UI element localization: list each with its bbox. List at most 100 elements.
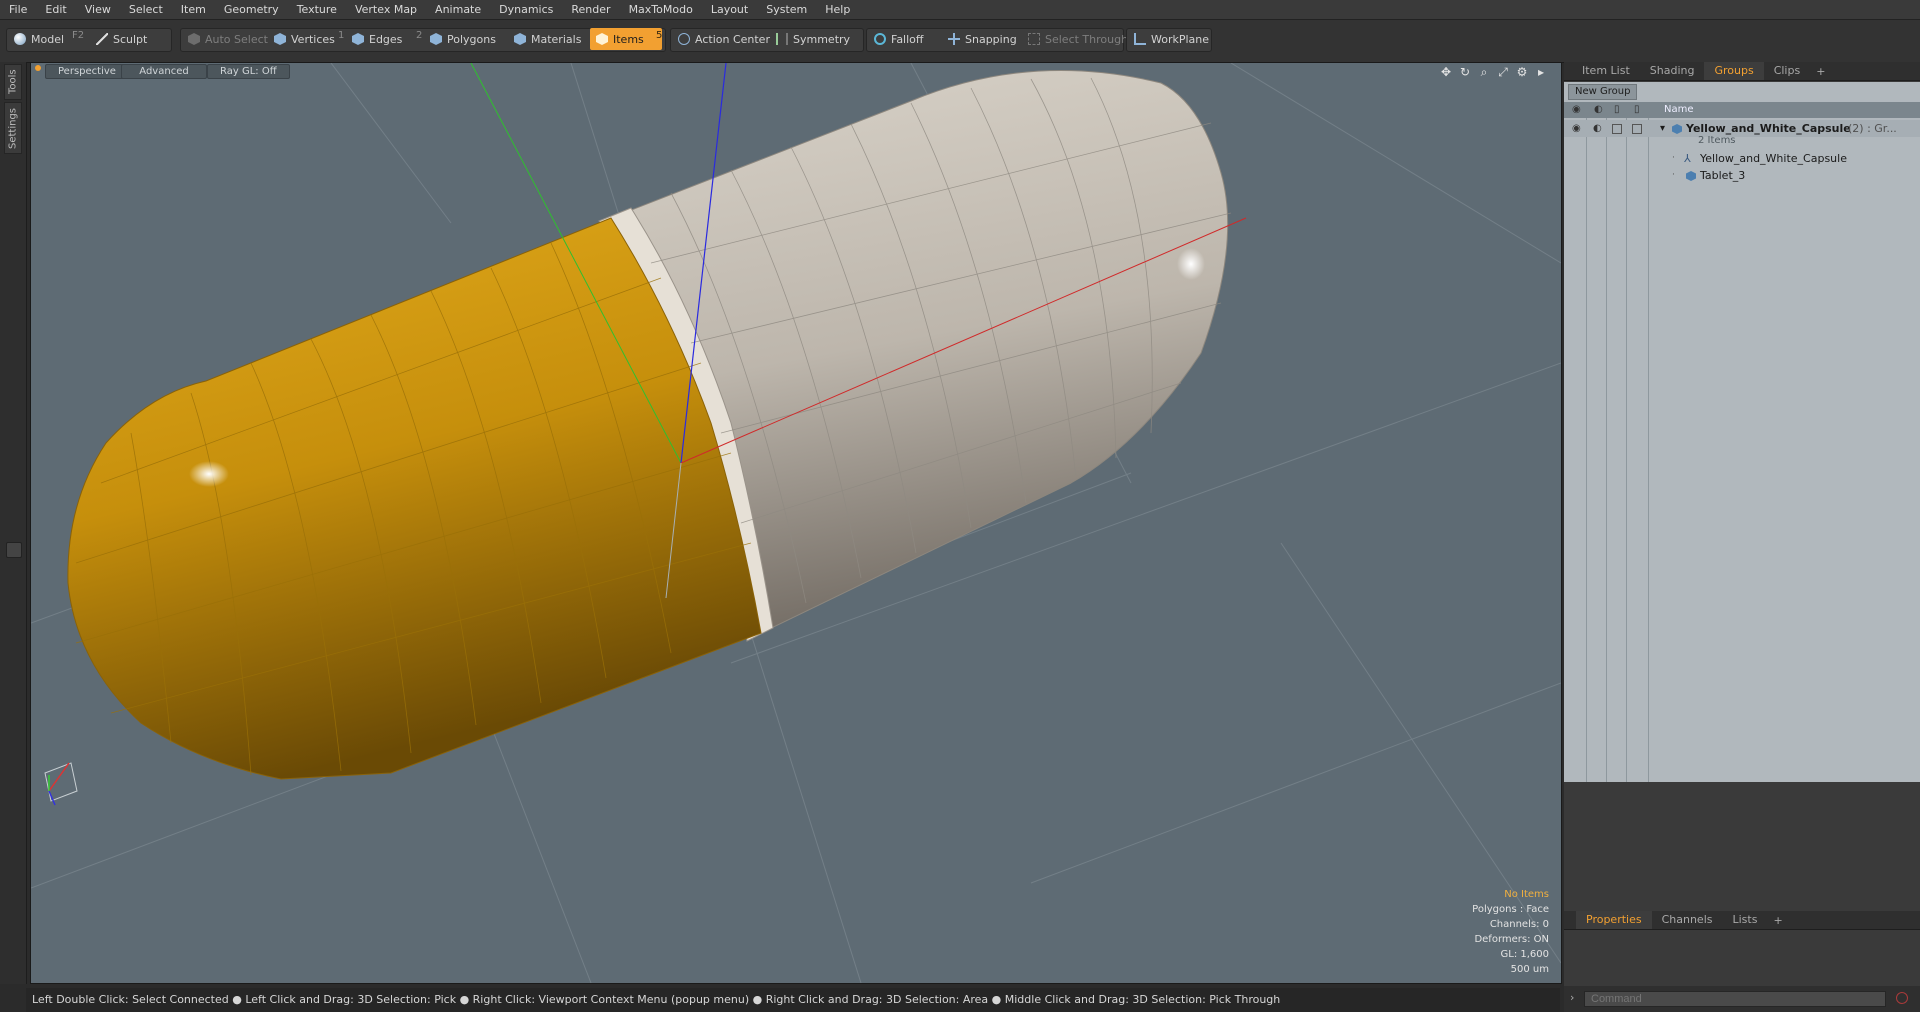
select-through-label: Select Through — [1045, 32, 1129, 46]
select-through-button[interactable]: Select Through — [1022, 28, 1134, 50]
gl-info: GL: 1,600 — [1500, 949, 1550, 960]
move-view-icon[interactable]: ✥ — [1440, 66, 1452, 78]
tab-properties[interactable]: Properties — [1576, 911, 1652, 929]
items-icon — [596, 33, 608, 45]
orientation-gizmo — [44, 762, 78, 806]
model-hotkey: F2 — [72, 30, 85, 41]
menu-item[interactable]: Item — [172, 0, 215, 19]
list-item[interactable]: · Tablet_3 — [1564, 167, 1920, 184]
falloff-button[interactable]: Falloff — [868, 28, 929, 50]
toolbar: Model F2 Sculpt Auto Select Vertices 1 E… — [0, 20, 1920, 63]
edges-button[interactable]: Edges — [346, 28, 408, 50]
vertices-label: Vertices — [291, 32, 335, 46]
view-mode-button[interactable]: Perspective — [45, 64, 129, 79]
menu-maxtomodo[interactable]: MaxToModo — [620, 0, 702, 19]
symmetry-icon — [776, 33, 788, 45]
right-panel: Item List Shading Groups Clips + New Gro… — [1564, 62, 1920, 1012]
sculpt-button[interactable]: Sculpt — [90, 28, 153, 50]
tree-line-icon: · — [1672, 153, 1675, 163]
tab-clips[interactable]: Clips — [1764, 62, 1811, 80]
polygons-icon — [430, 33, 442, 45]
menu-geometry[interactable]: Geometry — [215, 0, 288, 19]
visibility-column-icon: ◉ — [1572, 104, 1581, 115]
gear-icon[interactable]: ⚙ — [1516, 66, 1528, 78]
menu-vertex-map[interactable]: Vertex Map — [346, 0, 426, 19]
brush-icon — [96, 33, 108, 45]
list-item[interactable]: · ⅄ Yellow_and_White_Capsule — [1564, 150, 1920, 167]
snapping-label: Snapping — [965, 32, 1017, 46]
polygons-button[interactable]: Polygons — [424, 28, 502, 50]
falloff-icon — [874, 33, 886, 45]
child-name: Tablet_3 — [1700, 169, 1746, 182]
lock-column-icon: ▯ — [1614, 104, 1620, 115]
materials-label: Materials — [531, 32, 582, 46]
fit-view-icon[interactable]: ⤢ — [1497, 66, 1509, 78]
new-group-button[interactable]: New Group — [1568, 84, 1638, 100]
tab-shading[interactable]: Shading — [1640, 62, 1705, 80]
mesh-item-icon — [1686, 171, 1696, 181]
materials-button[interactable]: Materials — [508, 28, 587, 50]
group-icon — [1672, 124, 1682, 134]
auto-select-button[interactable]: Auto Select — [182, 28, 274, 50]
child-name: Yellow_and_White_Capsule — [1700, 152, 1847, 165]
groups-list-header: ◉ ◐ ▯ ▯ Name — [1564, 102, 1920, 118]
menu-select[interactable]: Select — [120, 0, 172, 19]
menu-view[interactable]: View — [76, 0, 120, 19]
zoom-view-icon[interactable]: ⌕ — [1478, 66, 1490, 78]
menu-texture[interactable]: Texture — [288, 0, 346, 19]
visibility-eye-icon[interactable]: ◉ — [1572, 124, 1582, 134]
panel-toggle-button[interactable] — [6, 542, 22, 558]
menu-bar: File Edit View Select Item Geometry Text… — [0, 0, 1920, 20]
add-tab-icon[interactable]: + — [1767, 914, 1788, 927]
add-tab-icon[interactable]: + — [1810, 65, 1831, 78]
render-toggle-icon[interactable]: ◐ — [1593, 124, 1603, 134]
tab-lists[interactable]: Lists — [1723, 911, 1768, 929]
3d-viewport[interactable]: Perspective Advanced Ray GL: Off ✥ ↻ ⌕ ⤢… — [30, 62, 1562, 984]
workplane-label: WorkPlane — [1151, 32, 1210, 46]
snapping-icon — [948, 33, 960, 45]
tab-item-list[interactable]: Item List — [1564, 62, 1640, 80]
group-count-row: 2 Items — [1564, 134, 1920, 148]
tab-settings[interactable]: Settings — [4, 102, 22, 154]
menu-render[interactable]: Render — [562, 0, 619, 19]
tab-channels[interactable]: Channels — [1652, 911, 1723, 929]
workplane-button[interactable]: WorkPlane — [1128, 28, 1215, 50]
raygl-button[interactable]: Ray GL: Off — [207, 64, 290, 79]
auto-select-label: Auto Select — [205, 32, 268, 46]
command-input[interactable] — [1584, 991, 1886, 1007]
select-through-icon — [1028, 33, 1040, 45]
menu-dynamics[interactable]: Dynamics — [490, 0, 562, 19]
select-checkbox[interactable] — [1632, 124, 1642, 134]
menu-help[interactable]: Help — [816, 0, 859, 19]
tab-tools[interactable]: Tools — [4, 64, 22, 100]
record-icon[interactable] — [1896, 992, 1908, 1004]
vertices-count: 1 — [338, 30, 345, 41]
rotate-view-icon[interactable]: ↻ — [1459, 66, 1471, 78]
model-button[interactable]: Model — [8, 28, 70, 50]
menu-edit[interactable]: Edit — [36, 0, 75, 19]
mesh-icon: ⅄ — [1684, 152, 1691, 165]
action-center-button[interactable]: Action Center — [672, 28, 776, 50]
render-column-icon: ◐ — [1594, 104, 1603, 115]
action-center-label: Action Center — [695, 32, 770, 46]
lock-checkbox[interactable] — [1612, 124, 1622, 134]
capsule-yellow-half[interactable] — [67, 217, 762, 780]
chevron-right-icon[interactable]: ▸ — [1535, 66, 1547, 78]
symmetry-button[interactable]: Symmetry — [770, 28, 856, 50]
materials-icon — [514, 33, 526, 45]
tab-groups[interactable]: Groups — [1704, 62, 1764, 80]
shading-mode-button[interactable]: Advanced — [121, 64, 207, 79]
menu-layout[interactable]: Layout — [702, 0, 757, 19]
menu-system[interactable]: System — [757, 0, 816, 19]
viewport-menu-dot[interactable] — [35, 65, 41, 71]
viewport-info: No Items Polygons : Face Channels: 0 Def… — [1472, 887, 1549, 977]
tree-line-icon: · — [1672, 170, 1675, 180]
status-bar: Left Double Click: Select Connected ● Le… — [26, 988, 1560, 1012]
select-column-icon: ▯ — [1634, 104, 1640, 115]
viewport-scene[interactable] — [31, 63, 1561, 983]
menu-animate[interactable]: Animate — [426, 0, 490, 19]
vertices-button[interactable]: Vertices — [268, 28, 341, 50]
menu-file[interactable]: File — [0, 0, 36, 19]
snapping-button[interactable]: Snapping — [942, 28, 1023, 50]
items-button[interactable]: Items — [590, 28, 662, 50]
